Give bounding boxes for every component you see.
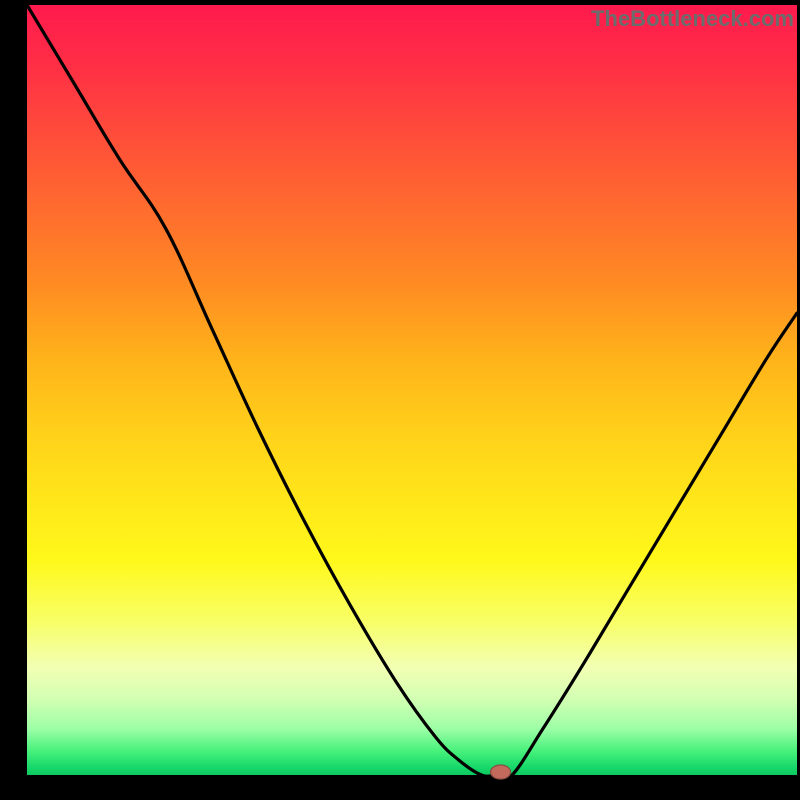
curve-layer (27, 5, 797, 775)
chart-frame: TheBottleneck.com (0, 0, 800, 800)
bottleneck-curve (27, 5, 797, 779)
knee-marker (491, 765, 511, 779)
